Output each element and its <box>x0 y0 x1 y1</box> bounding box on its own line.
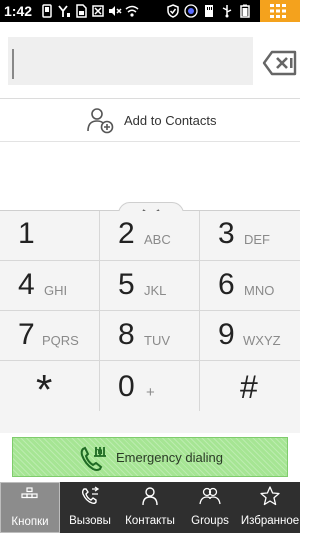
text-cursor <box>12 49 14 79</box>
key-digit: 2 <box>118 217 135 250</box>
key-4[interactable]: 4 GHI <box>0 261 100 311</box>
key-letters: + <box>146 384 155 401</box>
tab-keypad[interactable]: Кнопки <box>0 482 60 533</box>
phone-icon <box>42 4 52 18</box>
tab-calls[interactable]: Вызовы <box>60 482 120 533</box>
key-digit: 7 <box>18 318 35 351</box>
sd-card-icon <box>205 5 213 17</box>
app-grid-icon[interactable] <box>260 0 300 22</box>
tab-label: Вызовы <box>69 515 111 527</box>
key-digit: 0 <box>118 370 135 403</box>
key-letters: TUV <box>144 333 170 348</box>
usb-icon <box>222 5 232 18</box>
no-sim-icon <box>92 5 104 17</box>
key-6[interactable]: 6 MNO <box>200 261 300 311</box>
tab-label: Кнопки <box>11 516 49 528</box>
status-time: 1:42 <box>4 3 33 19</box>
tab-groups[interactable]: Groups <box>180 482 240 533</box>
key-0[interactable]: 0 + <box>100 361 200 411</box>
status-bar: 1:42 <box>0 0 300 22</box>
key-7[interactable]: 7 PQRS <box>0 311 100 361</box>
star-icon <box>260 486 280 506</box>
key-letters: WXYZ <box>243 333 281 348</box>
add-contact-icon <box>87 108 114 134</box>
key-digit: 1 <box>18 217 35 250</box>
key-digit: # <box>240 369 258 405</box>
sync-icon <box>184 4 198 18</box>
tab-label: Контакты <box>125 515 175 527</box>
key-letters: JKL <box>144 283 167 298</box>
key-9[interactable]: 9 WXYZ <box>200 311 300 361</box>
sim-card-icon <box>76 4 87 18</box>
phone-number-field[interactable] <box>8 37 253 85</box>
group-icon <box>199 487 221 505</box>
add-to-contacts-button[interactable]: Add to Contacts <box>86 104 217 136</box>
key-digit: 3 <box>218 217 235 250</box>
status-icons-left <box>40 3 139 19</box>
emergency-dialing-button[interactable]: ᵐ Emergency dialing <box>12 437 288 477</box>
dialpad: 1 2 ABC 3 DEF 4 GHI 5 JKL 6 MNO 7 PQRS 8… <box>0 211 300 433</box>
key-1[interactable]: 1 <box>0 211 100 261</box>
key-digit: 9 <box>218 318 235 351</box>
key-star[interactable]: * <box>0 361 100 411</box>
call-log-icon <box>81 486 100 505</box>
key-digit: * <box>36 366 53 413</box>
key-8[interactable]: 8 TUV <box>100 311 200 361</box>
divider <box>0 98 300 99</box>
key-hash[interactable]: # <box>200 361 300 411</box>
key-3[interactable]: 3 DEF <box>200 211 300 261</box>
bottom-tab-bar: Кнопки Вызовы Контакты Groups Избранное <box>0 482 300 533</box>
status-icons-right <box>166 3 252 19</box>
key-2[interactable]: 2 ABC <box>100 211 200 261</box>
key-letters: DEF <box>244 232 270 247</box>
person-icon <box>142 487 158 506</box>
emergency-phone-icon: ᵐ <box>80 445 106 471</box>
key-digit: 4 <box>18 268 35 301</box>
key-digit: 6 <box>218 268 235 301</box>
tab-label: Groups <box>191 515 229 527</box>
add-to-contacts-label: Add to Contacts <box>124 112 217 128</box>
signal-y-icon <box>58 5 70 17</box>
wifi-icon <box>125 5 139 17</box>
key-letters: MNO <box>244 283 275 298</box>
emergency-dialing-label: Emergency dialing <box>116 450 223 465</box>
tab-label: Избранное <box>240 515 300 527</box>
shield-icon <box>167 4 179 18</box>
key-letters: ABC <box>144 232 171 247</box>
battery-icon <box>240 4 250 18</box>
divider <box>0 141 300 142</box>
backspace-icon[interactable] <box>262 50 298 76</box>
key-letters: PQRS <box>42 333 79 348</box>
tab-contacts[interactable]: Контакты <box>120 482 180 533</box>
key-digit: 5 <box>118 268 135 301</box>
key-digit: 8 <box>118 318 135 351</box>
mute-icon <box>109 6 122 16</box>
tab-favorites[interactable]: Избранное <box>240 482 300 533</box>
key-5[interactable]: 5 JKL <box>100 261 200 311</box>
key-letters: GHI <box>44 283 68 298</box>
dialpad-icon <box>21 487 38 499</box>
